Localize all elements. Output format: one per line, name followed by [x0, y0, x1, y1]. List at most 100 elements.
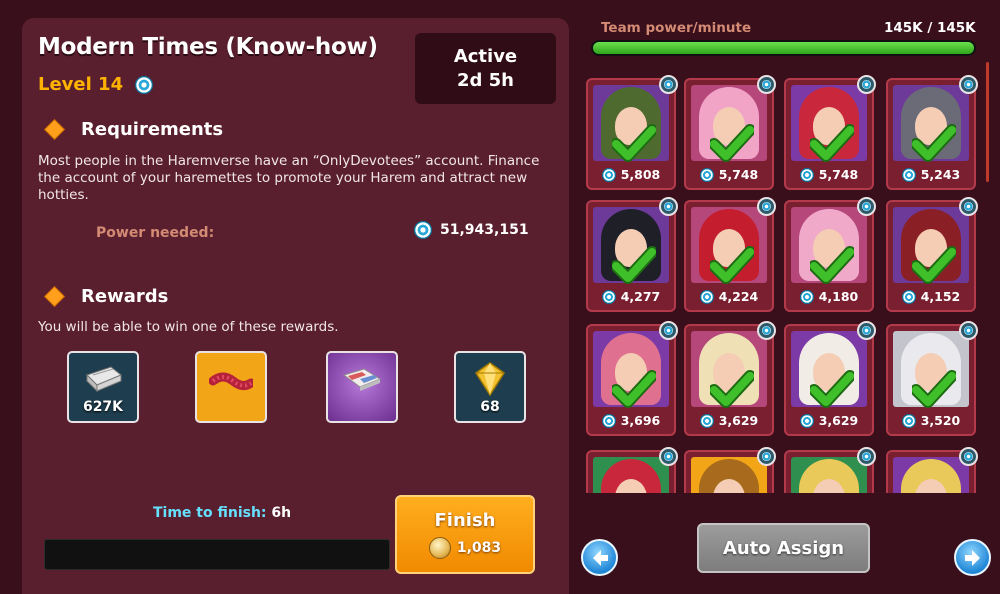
girl-card[interactable]: 3,696 — [586, 321, 678, 436]
girl-power-value: 3,629 — [718, 413, 759, 428]
girl-power-value: 4,277 — [620, 289, 661, 304]
girl-card[interactable] — [784, 447, 876, 493]
girl-power: 5,748 — [686, 167, 772, 182]
checkmark-icon — [710, 246, 754, 284]
element-badge-icon — [757, 75, 776, 94]
reward-value: 627K — [82, 399, 124, 415]
girl-card[interactable]: 5,748 — [784, 75, 876, 190]
reward-cash[interactable]: 627K — [67, 351, 139, 423]
element-badge-icon — [659, 321, 678, 340]
team-power-fill — [593, 42, 974, 54]
affection-icon — [699, 167, 714, 182]
girl-card[interactable]: 4,152 — [886, 197, 978, 312]
affection-icon — [799, 413, 814, 428]
requirements-heading: Requirements — [45, 119, 224, 140]
girl-card[interactable]: 4,180 — [784, 197, 876, 312]
girl-card[interactable]: 5,748 — [684, 75, 776, 190]
girl-card[interactable] — [586, 447, 678, 493]
checkmark-icon — [612, 246, 656, 284]
power-needed-label: Power needed: — [96, 225, 215, 241]
diamond-icon — [45, 287, 64, 306]
checkmark-icon — [710, 370, 754, 408]
girl-power-value: 3,696 — [620, 413, 661, 428]
girl-power: 3,520 — [888, 413, 974, 428]
previous-button[interactable] — [581, 539, 618, 576]
reward-gems[interactable]: 68 — [454, 351, 526, 423]
girls-grid[interactable]: 5,808 5,748 5,748 5,243 4,277 4,224 4,180 4,152… — [578, 68, 985, 493]
affection-icon — [601, 167, 616, 182]
power-number: 51,943,151 — [440, 222, 529, 238]
checkmark-icon — [912, 124, 956, 162]
mission-title: Modern Times (Know-how) — [38, 34, 378, 60]
next-button[interactable] — [954, 539, 991, 576]
element-badge-icon — [659, 75, 678, 94]
team-power-value: 145K / 145K — [884, 20, 976, 36]
mission-progress-bar — [44, 539, 390, 570]
affection-icon — [135, 75, 154, 94]
affection-icon — [799, 167, 814, 182]
girl-power: 3,629 — [786, 413, 872, 428]
reward-item[interactable] — [326, 351, 398, 423]
checkmark-icon — [912, 370, 956, 408]
girl-power-value: 4,180 — [818, 289, 859, 304]
requirements-description: Most people in the Haremverse have an “O… — [38, 153, 540, 203]
finish-button[interactable]: Finish 1,083 — [395, 495, 535, 574]
team-power-bar — [591, 40, 976, 56]
level-label: Level 14 — [38, 74, 124, 95]
girl-power-value: 4,224 — [718, 289, 759, 304]
cash-stack-icon — [86, 366, 122, 393]
requirements-title: Requirements — [81, 119, 224, 140]
finish-cost: 1,083 — [428, 537, 502, 559]
reward-value: 68 — [480, 399, 500, 415]
time-value: 6h — [271, 505, 292, 521]
status-badge: Active 2d 5h — [415, 33, 556, 104]
checkmark-icon — [710, 124, 754, 162]
girl-card[interactable]: 4,277 — [586, 197, 678, 312]
girl-card[interactable]: 5,243 — [886, 75, 978, 190]
girl-card[interactable] — [684, 447, 776, 493]
rewards-heading: Rewards — [45, 286, 169, 307]
reward-item[interactable] — [195, 351, 267, 423]
girl-card[interactable] — [886, 447, 978, 493]
time-label: Time to finish: — [153, 505, 267, 521]
girl-portrait — [791, 457, 867, 493]
girl-power-value: 5,243 — [920, 167, 961, 182]
girl-power-value: 5,748 — [718, 167, 759, 182]
girl-card[interactable]: 3,629 — [784, 321, 876, 436]
checkmark-icon — [810, 124, 854, 162]
element-badge-icon — [757, 447, 776, 466]
element-badge-icon — [659, 447, 678, 466]
checkmark-icon — [612, 124, 656, 162]
girl-power: 5,808 — [588, 167, 674, 182]
rewards-title: Rewards — [81, 286, 169, 307]
team-power-label: Team power/minute — [601, 20, 752, 36]
time-to-finish: Time to finish: 6h — [153, 505, 291, 521]
magazine-icon — [342, 368, 382, 391]
affection-icon — [699, 289, 714, 304]
element-badge-icon — [959, 197, 978, 216]
auto-assign-button[interactable]: Auto Assign — [697, 523, 870, 573]
girl-card[interactable]: 5,808 — [586, 75, 678, 190]
power-needed-value: 51,943,151 — [414, 221, 529, 239]
finish-cost-value: 1,083 — [456, 540, 502, 556]
status-label: Active — [453, 45, 518, 67]
girl-card[interactable]: 4,224 — [684, 197, 776, 312]
girl-power: 3,696 — [588, 413, 674, 428]
koban-coin-icon — [428, 537, 451, 559]
girl-power-value: 5,748 — [818, 167, 859, 182]
element-badge-icon — [757, 321, 776, 340]
element-badge-icon — [757, 197, 776, 216]
girl-card[interactable]: 3,629 — [684, 321, 776, 436]
finish-label: Finish — [434, 510, 496, 531]
girl-portrait — [893, 457, 969, 493]
girl-power-value: 3,520 — [920, 413, 961, 428]
gem-icon — [474, 362, 506, 397]
affection-icon — [414, 221, 432, 239]
element-badge-icon — [959, 321, 978, 340]
checkmark-icon — [612, 370, 656, 408]
grid-scrollbar[interactable] — [986, 62, 989, 182]
element-badge-icon — [857, 447, 876, 466]
girl-portrait — [691, 457, 767, 493]
element-badge-icon — [959, 447, 978, 466]
girl-card[interactable]: 3,520 — [886, 321, 978, 436]
